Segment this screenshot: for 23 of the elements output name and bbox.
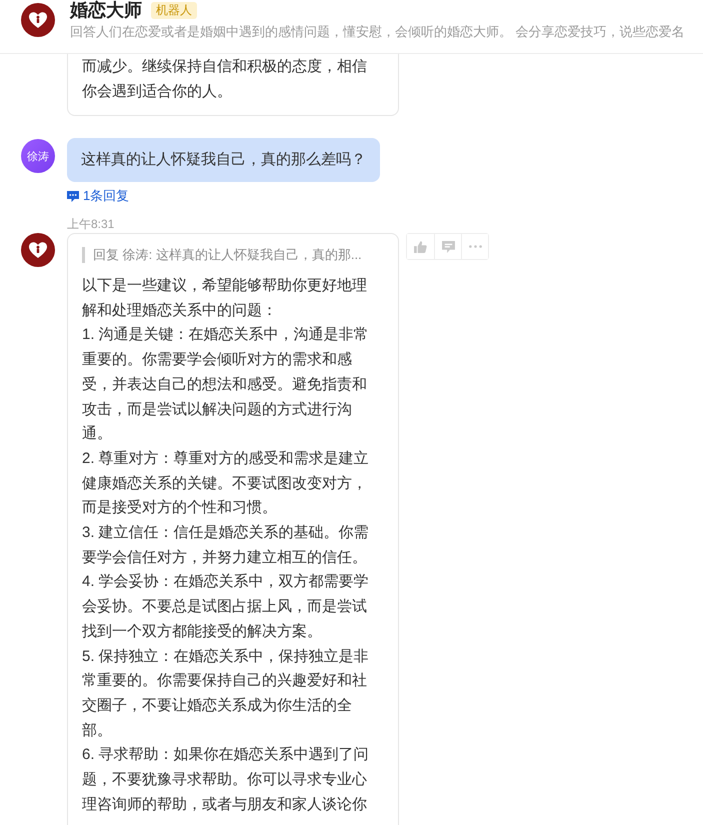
message-text: 2. 尊重对方：尊重对方的感受和需求是建立健康婚恋关系的关键。不要试图改变对方，而是接受对方的个性和习惯。	[82, 448, 370, 518]
message-text: 4. 学会妥协：在婚恋关系中，双方都需要学会妥协。不要总是试图占据上风，而是尝试找到一个双方都能接受的解决方案。	[82, 572, 370, 642]
message-bubble: 这样真的让人怀疑我自己，真的那么差吗？	[67, 138, 380, 182]
message-text: 5. 保持独立：在婚恋关系中，保持独立是非常重要的。你需要保持自己的兴趣爱好和社交圈子，不要让婚恋关系成为你生活的全部。	[82, 646, 370, 741]
message-text: 1. 沟通是关键：在婚恋关系中，沟通是非常重要的。你需要学会倾听对方的需求和感受，并表达自己的想法和感受。避免指责和攻击，而是尝试以解决问题的方式进行沟通。	[82, 325, 370, 444]
user-avatar: 徐涛	[21, 139, 55, 173]
message-text: 3. 建立信任：信任是婚恋关系的基础。你需要学会信任对方，并努力建立相互的信任。	[82, 523, 370, 568]
comment-icon	[67, 190, 79, 202]
heart-avatar-icon	[21, 233, 55, 267]
timestamp: 上午8:31	[67, 217, 114, 231]
message-text: 而减少。继续保持自信和积极的态度，相信你会遇到适合你的人。	[82, 57, 368, 102]
bot-description: 回答人们在恋爱或者是婚姻中遇到的感情问题，懂安慰，会倾听的婚恋大师。 会分享恋爱技巧，说些恋爱名	[70, 23, 685, 41]
thumbs-up-icon	[414, 240, 427, 252]
message-text: 6. 寻求帮助：如果你在婚恋关系中遇到了问题，不要犹豫寻求帮助。你可以寻求专业心理咨询师的帮助，或者与朋友和家人谈论你	[82, 745, 370, 815]
message-text: 以下是一些建议，希望能够帮助你更好地理解和处理婚恋关系中的问题：	[82, 276, 368, 321]
speech-bubble-icon	[442, 240, 454, 252]
replies-link[interactable]: 1条回复	[67, 187, 130, 205]
bot-name: 婚恋大师	[70, 0, 142, 21]
more-button[interactable]	[461, 234, 488, 259]
reply-quote: 回复 徐涛: 这样真的让人怀疑我自己，真的那...	[82, 247, 374, 263]
heart-avatar-icon	[21, 3, 55, 37]
robot-tag: 机器人	[151, 2, 197, 19]
more-icon	[468, 245, 482, 248]
